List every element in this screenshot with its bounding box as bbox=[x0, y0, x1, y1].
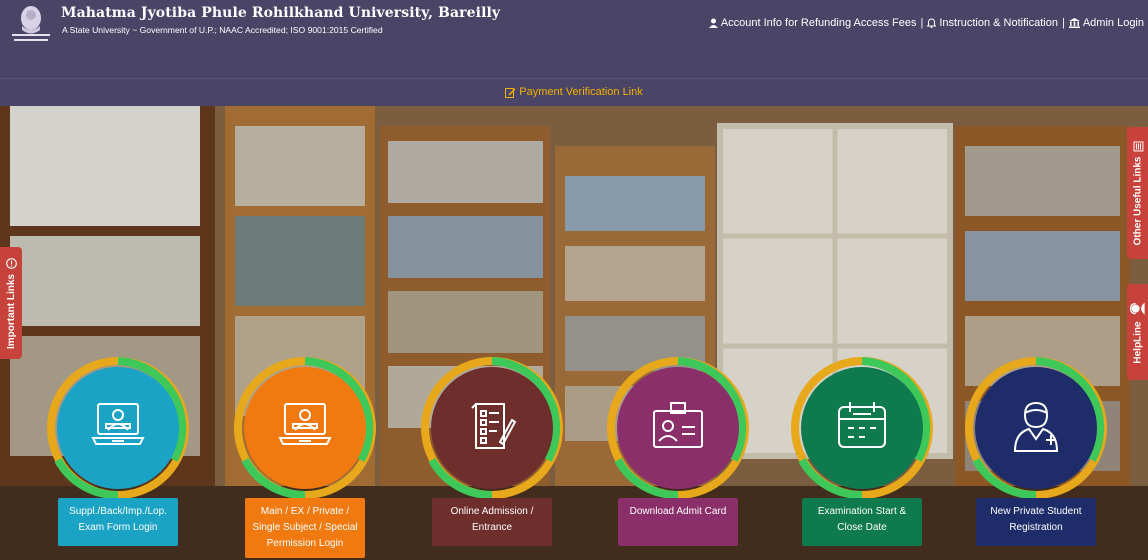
laptop-user-icon bbox=[90, 398, 146, 459]
quick-link-card[interactable]: Download Admit Card bbox=[606, 356, 750, 560]
header-top-bar: Mahatma Jyotiba Phule Rohilkhand Univers… bbox=[0, 0, 1148, 48]
list-icon bbox=[1132, 141, 1143, 152]
payment-bar: Payment Verification Link bbox=[0, 78, 1148, 106]
quick-link-card[interactable]: Online Admission / Entrance bbox=[420, 356, 564, 560]
other-useful-links-tab[interactable]: Other Useful Links bbox=[1127, 127, 1148, 259]
add-user-icon bbox=[1007, 397, 1065, 460]
card-label: Online Admission / Entrance bbox=[432, 498, 552, 546]
card-circle bbox=[975, 367, 1097, 489]
quick-link-card[interactable]: Suppl./Back/Imp./Lop. Exam Form Login bbox=[46, 356, 190, 560]
helpline-tab[interactable]: HelpLine bbox=[1127, 284, 1148, 380]
calendar-icon bbox=[833, 397, 891, 460]
university-subtitle: A State University ~ Government of U.P.;… bbox=[62, 25, 383, 35]
instruction-notification-label: Instruction & Notification bbox=[939, 17, 1058, 29]
card-circle bbox=[617, 367, 739, 489]
card-label: Download Admit Card bbox=[618, 498, 738, 546]
edit-icon bbox=[505, 87, 516, 98]
site-header: Mahatma Jyotiba Phule Rohilkhand Univers… bbox=[0, 0, 1148, 78]
admin-login-link[interactable]: Admin Login bbox=[1068, 17, 1144, 29]
laptop-user-icon bbox=[277, 398, 333, 459]
important-links-tab[interactable]: Important Links bbox=[0, 247, 22, 359]
id-card-icon bbox=[649, 397, 707, 460]
link-separator: | bbox=[1061, 17, 1065, 29]
support-agent-icon bbox=[1129, 302, 1145, 315]
admin-login-label: Admin Login bbox=[1082, 17, 1144, 29]
quick-link-card[interactable]: Examination Start & Close Date bbox=[790, 356, 934, 560]
university-logo[interactable] bbox=[6, 4, 56, 44]
important-links-label: Important Links bbox=[5, 273, 17, 349]
user-icon bbox=[708, 18, 718, 28]
account-info-label: Account Info for Refunding Access Fees bbox=[720, 17, 917, 29]
top-links: Account Info for Refunding Access Fees |… bbox=[708, 17, 1144, 29]
university-title: Mahatma Jyotiba Phule Rohilkhand Univers… bbox=[61, 5, 501, 21]
payment-verification-link[interactable]: Payment Verification Link bbox=[505, 86, 643, 98]
payment-verification-label: Payment Verification Link bbox=[519, 86, 643, 98]
link-separator: | bbox=[920, 17, 924, 29]
bank-icon bbox=[1068, 18, 1080, 28]
quick-link-card[interactable]: New Private Student Registration bbox=[964, 356, 1108, 560]
card-label: Examination Start & Close Date bbox=[802, 498, 922, 546]
card-circle bbox=[801, 367, 923, 489]
info-icon bbox=[5, 257, 17, 269]
other-useful-links-label: Other Useful Links bbox=[1132, 156, 1143, 245]
card-circle bbox=[244, 367, 366, 489]
quick-link-card[interactable]: Main / EX / Private / Single Subject / S… bbox=[233, 356, 377, 560]
card-label: Main / EX / Private / Single Subject / S… bbox=[245, 498, 365, 558]
card-circle bbox=[57, 367, 179, 489]
card-circle bbox=[431, 367, 553, 489]
card-label: Suppl./Back/Imp./Lop. Exam Form Login bbox=[58, 498, 178, 546]
card-label: New Private Student Registration bbox=[976, 498, 1096, 546]
instruction-notification-link[interactable]: Instruction & Notification bbox=[927, 17, 1058, 29]
account-info-link[interactable]: Account Info for Refunding Access Fees bbox=[708, 17, 917, 29]
form-checklist-icon bbox=[464, 398, 520, 459]
helpline-label: HelpLine bbox=[1132, 321, 1144, 364]
bell-icon bbox=[927, 18, 937, 28]
